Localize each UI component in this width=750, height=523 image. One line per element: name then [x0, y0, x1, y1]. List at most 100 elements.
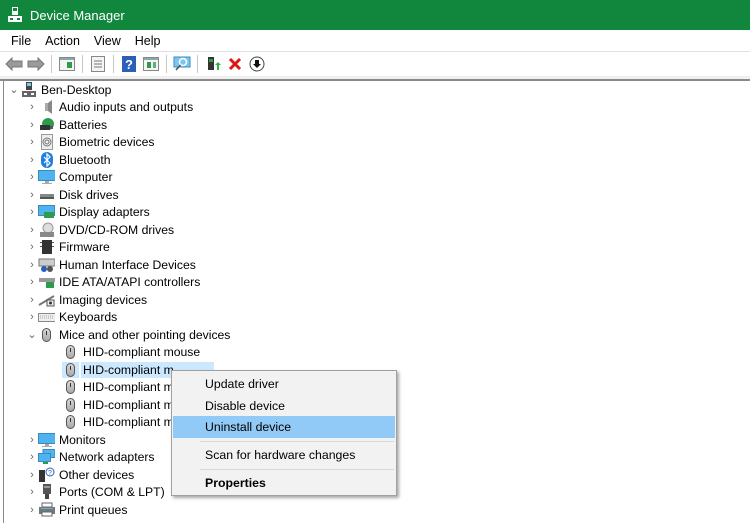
tree-category-label: Imaging devices [59, 292, 148, 307]
menu-view[interactable]: View [87, 34, 128, 48]
tree-category[interactable]: › Bluetooth [4, 151, 750, 169]
disable-icon[interactable] [247, 54, 267, 74]
chevron-right-icon[interactable]: › [26, 224, 38, 236]
chevron-right-icon[interactable]: › [26, 451, 38, 463]
back-icon[interactable] [4, 54, 24, 74]
camera-icon [38, 292, 55, 308]
tree-category[interactable]: › Imaging devices [4, 291, 750, 309]
tree-category[interactable]: › Computer [4, 169, 750, 187]
context-menu: Update driver Disable device Uninstall d… [171, 370, 397, 496]
mouse-icon [62, 361, 79, 378]
mouse-icon [62, 344, 79, 360]
tree-category[interactable]: › Human Interface Devices [4, 256, 750, 274]
mouse-icon [62, 397, 79, 413]
tree-category[interactable]: › IDE ATA/ATAPI controllers [4, 274, 750, 292]
chevron-right-icon[interactable]: › [26, 504, 38, 516]
tree-root[interactable]: ⌄ Ben-Desktop [4, 81, 750, 99]
tree-category-label: Monitors [59, 432, 106, 447]
chevron-right-icon[interactable]: › [26, 119, 38, 131]
menu-item-uninstall-device[interactable]: Uninstall device [173, 416, 395, 438]
tree-device-label: HID-compliant m [83, 380, 174, 395]
chevron-right-icon[interactable]: › [26, 434, 38, 446]
fingerprint-icon [38, 134, 55, 151]
chevron-right-icon[interactable]: › [26, 101, 38, 113]
chevron-right-icon[interactable]: › [26, 136, 38, 148]
computer-root-icon [20, 81, 37, 98]
show-hide-console-tree-icon[interactable] [57, 54, 77, 74]
title-bar: Device Manager [0, 0, 750, 30]
chevron-right-icon[interactable]: › [26, 276, 38, 288]
chevron-right-icon[interactable]: › [26, 171, 38, 183]
tree-category[interactable]: › Display adapters [4, 204, 750, 222]
toolbar-separator [82, 55, 83, 73]
tree-device-item[interactable]: HID-compliant mouse [4, 344, 750, 362]
menu-item-scan-hardware[interactable]: Scan for hardware changes [173, 444, 395, 466]
tree-category-label: Keyboards [59, 310, 118, 325]
tree-category[interactable]: › Disk drives [4, 186, 750, 204]
menu-action[interactable]: Action [38, 34, 87, 48]
toolbar-separator [51, 55, 52, 73]
chevron-right-icon[interactable]: › [26, 294, 38, 306]
network-icon [38, 449, 55, 465]
unknown-device-icon: ? [38, 467, 55, 483]
tree-category[interactable]: › Audio inputs and outputs [4, 99, 750, 117]
menu-file[interactable]: File [4, 34, 38, 48]
display-adapter-icon [38, 204, 55, 220]
chevron-right-icon[interactable]: › [26, 189, 38, 201]
menu-bar: File Action View Help [0, 30, 750, 52]
printer-icon [38, 502, 55, 518]
forward-icon[interactable] [26, 54, 46, 74]
mouse-icon [38, 327, 55, 343]
dvd-icon [38, 222, 55, 238]
tree-category[interactable]: › DVD/CD-ROM drives [4, 221, 750, 239]
help-icon[interactable]: ? [119, 54, 139, 74]
tree-category[interactable]: ⌄ Mice and other pointing devices [4, 326, 750, 344]
chevron-right-icon[interactable]: › [26, 206, 38, 218]
svg-text:?: ? [48, 470, 52, 477]
tree-category-label: Network adapters [59, 450, 155, 465]
tree-category[interactable]: › Print queues [4, 501, 750, 519]
chevron-right-icon[interactable]: › [26, 259, 38, 271]
menu-help[interactable]: Help [128, 34, 168, 48]
chevron-right-icon[interactable]: › [26, 154, 38, 166]
monitor-icon [38, 432, 55, 448]
toolbar-separator [113, 55, 114, 73]
tree-category[interactable]: › Batteries [4, 116, 750, 134]
chevron-right-icon[interactable]: › [26, 311, 38, 323]
svg-text:?: ? [125, 57, 133, 72]
properties-icon[interactable] [88, 54, 108, 74]
menu-item-disable-device[interactable]: Disable device [173, 395, 395, 417]
window-title: Device Manager [30, 7, 125, 23]
menu-item-update-driver[interactable]: Update driver [173, 373, 395, 395]
tree-device-label: HID-compliant m [83, 415, 174, 430]
action-pane-icon[interactable] [141, 54, 161, 74]
tree-category-label: Display adapters [59, 205, 150, 220]
chevron-down-icon[interactable]: ⌄ [26, 328, 38, 341]
update-driver-icon[interactable] [203, 54, 223, 74]
scan-hardware-icon[interactable] [172, 54, 192, 74]
tree-category[interactable]: › Firmware [4, 239, 750, 257]
chevron-right-icon[interactable]: › [26, 469, 38, 481]
tree-category-label: DVD/CD-ROM drives [59, 222, 175, 237]
menu-separator [200, 441, 394, 442]
tree-category-label: Audio inputs and outputs [59, 100, 194, 115]
tree-category-label: Batteries [59, 117, 108, 132]
tree-category-label: Human Interface Devices [59, 257, 196, 272]
port-icon [38, 484, 55, 500]
menu-item-properties[interactable]: Properties [173, 472, 395, 494]
tree-category-label: Other devices [59, 467, 135, 482]
tree-category-label: Mice and other pointing devices [59, 327, 231, 342]
tree-category[interactable]: › Keyboards [4, 309, 750, 327]
hid-icon [38, 257, 55, 273]
tree-category-label: Ports (COM & LPT) [59, 485, 165, 500]
tree-category-label: Computer [59, 170, 113, 185]
uninstall-icon[interactable] [225, 54, 245, 74]
chevron-right-icon[interactable]: › [26, 486, 38, 498]
chevron-down-icon[interactable]: ⌄ [8, 83, 20, 96]
controller-icon [38, 274, 55, 290]
menu-separator [200, 469, 394, 470]
chevron-right-icon[interactable]: › [26, 241, 38, 253]
battery-icon [38, 117, 55, 133]
monitor-icon [38, 169, 55, 185]
tree-category[interactable]: › Biometric devices [4, 134, 750, 152]
